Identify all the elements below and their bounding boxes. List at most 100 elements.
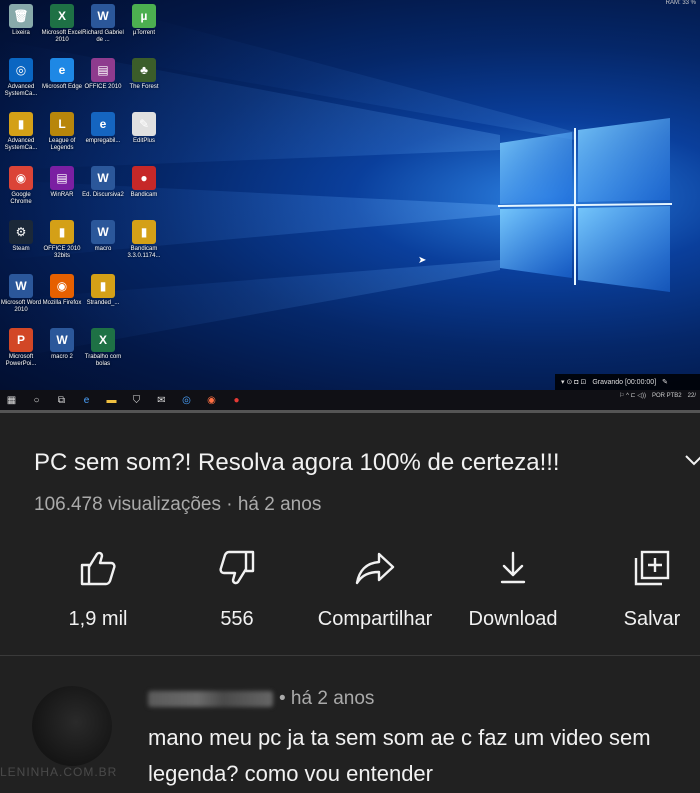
commenter-avatar[interactable]	[32, 686, 112, 766]
desktop-icon-label: macro	[94, 246, 112, 252]
app-icon: ◉	[9, 166, 33, 190]
app-icon: µ	[132, 4, 156, 28]
app-icon: P	[9, 328, 33, 352]
desktop-icon: L League of Legends	[41, 112, 83, 152]
download-icon	[500, 551, 526, 584]
desktop-icon: X Trabalho com bolas	[82, 328, 124, 368]
thumbs-down-icon	[219, 550, 255, 585]
app-icon: W	[9, 274, 33, 298]
desktop-icon: ▤ WinRAR	[41, 166, 83, 199]
dislike-count: 556	[220, 608, 254, 630]
like-button[interactable]: 1,9 mil	[28, 548, 168, 631]
app-icon: L	[50, 112, 74, 136]
windows-taskbar: ▦ ○ ⧉ e ▬ ⛉ ✉ ◎ ◉ ●	[0, 390, 700, 410]
ram-indicator: RAM: 33 %	[665, 0, 696, 6]
save-button[interactable]: Salvar	[582, 548, 700, 631]
desktop-icon: X Microsoft Excel 2010	[41, 4, 83, 44]
share-icon	[355, 552, 395, 585]
desktop-icon-label: empregabil...	[85, 138, 121, 144]
comment-age: • há 2 anos	[279, 688, 375, 709]
chevron-down-icon[interactable]	[684, 450, 700, 470]
download-button[interactable]: Download	[443, 548, 583, 631]
tray-language: POR PTB2	[651, 392, 682, 399]
desktop-icon-label: Microsoft Excel 2010	[41, 30, 83, 43]
desktop-icon: ◎ Advanced SystemCa...	[0, 58, 42, 98]
app-icon: ▮	[50, 220, 74, 244]
desktop-icon: e empregabil...	[82, 112, 124, 145]
mail-icon: ✉	[157, 394, 166, 406]
desktop-icon: ◉ Mozilla Firefox	[41, 274, 83, 307]
mouse-cursor-icon: ➤	[418, 255, 427, 266]
desktop-icon: ▤ OFFICE 2010	[82, 58, 124, 91]
desktop-icon-label: Mozilla Firefox	[42, 300, 82, 306]
commenter-name-blurred[interactable]	[148, 691, 273, 707]
edge-icon: e	[83, 394, 90, 406]
desktop-icon: W Ed. Discursiva2	[82, 166, 124, 199]
desktop-icon-label: Ed. Discursiva2	[82, 192, 124, 198]
bandicam-recording-bar: ▾ ⊙ ◘ ⊡ Gravando [00:00:00] ✎	[555, 374, 700, 390]
download-label: Download	[468, 608, 558, 630]
desktop-icon-label: Advanced SystemCa...	[4, 84, 38, 97]
desktop-icon: ✎ EditPlus	[123, 112, 165, 145]
store-icon: ⛉	[132, 394, 141, 406]
view-count: 106.478 visualizações	[34, 494, 221, 515]
file-explorer-icon: ▬	[106, 394, 117, 406]
desktop-icon: ▮ Advanced SystemCa...	[0, 112, 42, 152]
desktop-icon: Wmacro 2	[41, 328, 83, 361]
app-icon: e	[91, 112, 115, 136]
desktop-icon-label: Microsoft Edge	[41, 84, 83, 90]
chrome-icon: ◉	[207, 394, 216, 406]
desktop-icon-grid: 🗑 Lixeira X Microsoft Excel 2010 W Richard Ga…	[0, 0, 180, 380]
desktop-icon: 🗑 Lixeira	[0, 4, 42, 37]
desktop-icon-label: Stranded_...	[86, 300, 120, 306]
system-care-icon: ◎	[182, 394, 191, 406]
app-icon: ▮	[9, 112, 33, 136]
desktop-icon: ▮ OFFICE 2010 32bits	[41, 220, 83, 260]
desktop-icon-label: Microsoft Word 2010	[0, 300, 42, 313]
desktop-icon-label: The Forest	[129, 84, 159, 90]
desktop-icon: ▮ Stranded_...	[82, 274, 124, 307]
desktop-icon: W Microsoft Word 2010	[0, 274, 42, 314]
app-icon: W	[91, 4, 115, 28]
app-icon: ●	[132, 166, 156, 190]
desktop-icon-label: League of Legends	[48, 138, 76, 151]
upload-age: há 2 anos	[237, 494, 322, 515]
thumbs-up-icon	[80, 551, 116, 586]
pen-icon: ✎	[662, 379, 669, 386]
video-meta: 106.478 visualizações · há 2 anos	[34, 494, 321, 516]
desktop-icon: ● Bandicam	[123, 166, 165, 199]
tray-icons: ⚐ ^ ⊏ ◁))	[619, 393, 646, 399]
desktop-icon-label: EditPlus	[132, 138, 155, 144]
app-icon: ✎	[132, 112, 156, 136]
app-icon: ▮	[91, 274, 115, 298]
task-view-icon: ⧉	[57, 394, 66, 406]
app-icon: ⚙	[9, 220, 33, 244]
comment-header: • há 2 anos	[148, 688, 374, 710]
desktop-icon: ▮ Bandicam 3.3.0.1174...	[123, 220, 165, 260]
app-icon: ♣	[132, 58, 156, 82]
video-progress-bar[interactable]	[0, 410, 700, 413]
system-tray: ⚐ ^ ⊏ ◁)) POR PTB2 22/	[619, 392, 696, 400]
watermark: LENINHA.COM.BR	[0, 765, 118, 779]
app-icon: e	[50, 58, 74, 82]
desktop-icon-label: Steam	[12, 246, 30, 252]
app-icon: X	[91, 328, 115, 352]
video-player[interactable]: 🗑 Lixeira X Microsoft Excel 2010 W Richard Ga…	[0, 0, 700, 410]
desktop-icon-label: OFFICE 2010 32bits	[43, 246, 81, 259]
share-button[interactable]: Compartilhar	[305, 548, 445, 631]
dislike-button[interactable]: 556	[167, 548, 307, 631]
desktop-icon-label: µTorrent	[132, 30, 156, 36]
desktop-icon-label: OFFICE 2010	[84, 84, 122, 90]
desktop-icon: e Microsoft Edge	[41, 58, 83, 91]
desktop-icon: µ µTorrent	[123, 4, 165, 37]
search-icon: ○	[33, 394, 40, 406]
desktop-icon: ◉ Google Chrome	[0, 166, 42, 206]
desktop-icon: W Richard Gabriel de ...	[82, 4, 124, 44]
desktop-icon: P Microsoft PowerPoi...	[0, 328, 42, 368]
desktop-icon-label: Bandicam	[130, 192, 158, 198]
comment-text: mano meu pc ja ta sem som ae c faz um vi…	[148, 725, 651, 786]
app-icon: ▤	[91, 58, 115, 82]
bandicam-icon: ●	[233, 394, 240, 406]
desktop-icon-label: Lixeira	[12, 30, 30, 36]
recording-label: Gravando [00:00:00]	[592, 378, 657, 386]
